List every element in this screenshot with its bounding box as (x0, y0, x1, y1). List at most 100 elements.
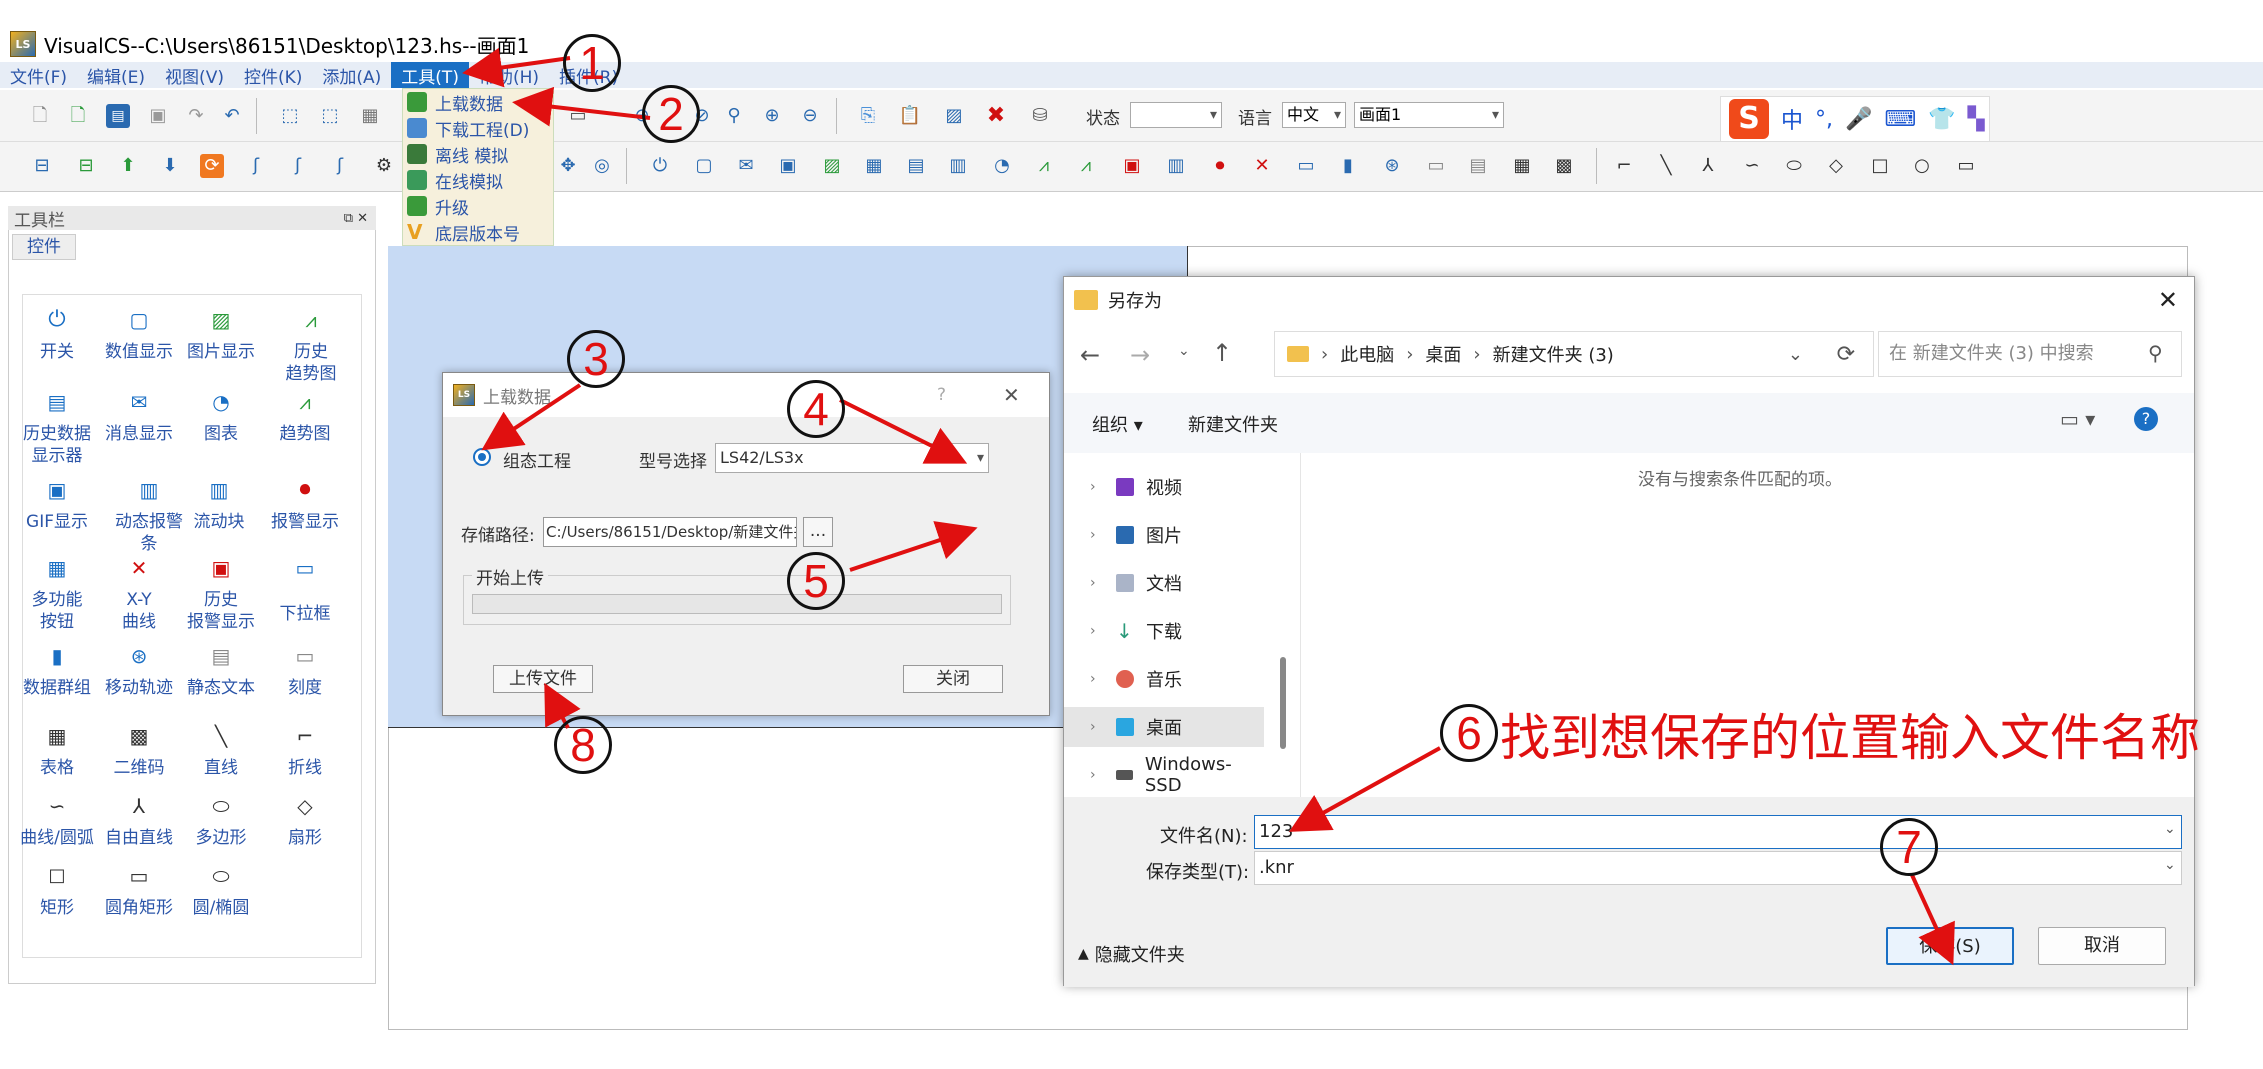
picture-ctl-icon[interactable]: ▨ (820, 154, 844, 178)
screen-icon[interactable]: ▭ (566, 104, 590, 128)
ctl-sector[interactable]: ◇ 扇形 (263, 795, 347, 849)
nav-windows-ssd[interactable]: › Windows-SSD (1064, 754, 1264, 796)
grid-icon[interactable]: ▦ (358, 104, 382, 128)
status-select[interactable] (1130, 102, 1222, 128)
nav-documents[interactable]: › 文档 (1064, 563, 1264, 603)
zoom-out-icon[interactable]: ⊖ (798, 104, 822, 128)
multibutton-ctl-icon[interactable]: ▦ (862, 154, 886, 178)
ctl-xy-curve[interactable]: ✕ X-Y 曲线 (97, 557, 181, 633)
ctl-message[interactable]: ✉ 消息显示 (97, 391, 181, 445)
alarm-history-ctl-icon[interactable]: ▣ (1120, 154, 1144, 178)
menu-add[interactable]: 添加(A) (312, 62, 391, 88)
menu-edit[interactable]: 编辑(E) (77, 62, 155, 88)
script3-icon[interactable]: ʃ (328, 154, 352, 178)
find-icon[interactable]: ⛁ (1028, 104, 1052, 128)
start-sim-icon[interactable]: ⊟ (74, 154, 98, 178)
qrcode-ctl-icon[interactable]: ▩ (1552, 154, 1576, 178)
new-file-icon[interactable]: 🗋 (28, 104, 52, 128)
ctl-qrcode[interactable]: ▩ 二维码 (97, 725, 181, 779)
redo-icon[interactable]: ↷ (184, 104, 208, 128)
filename-input[interactable]: 123 (1254, 815, 2182, 849)
round-rect-icon[interactable]: ▭ (1954, 154, 1978, 178)
scale-ctl-icon[interactable]: ▭ (1424, 154, 1448, 178)
alarm-bar-ctl-icon[interactable]: ▥ (1164, 154, 1188, 178)
ime-punct[interactable]: °, (1815, 107, 1833, 132)
forward-icon[interactable]: → (1130, 341, 1150, 369)
microphone-icon[interactable]: 🎤 (1845, 107, 1872, 132)
chevron-down-icon[interactable]: ⌄ (2164, 857, 2176, 873)
ellipse-icon[interactable]: ⬭ (1782, 154, 1806, 178)
table-ctl-icon[interactable]: ▦ (1510, 154, 1534, 178)
recent-icon[interactable]: ⌄ (1178, 343, 1190, 359)
paste-icon[interactable]: 📋 (898, 104, 922, 128)
path-input[interactable]: C:/Users/86151/Desktop/新建文件夹 (3)/123.knr (543, 517, 797, 547)
flow-ctl-icon[interactable]: ▥ (946, 154, 970, 178)
ctl-dropdown[interactable]: ▭ 下拉框 (263, 557, 347, 625)
xy-curve-ctl-icon[interactable]: ✕ (1250, 154, 1274, 178)
image-icon[interactable]: ▨ (942, 104, 966, 128)
menu-help[interactable]: 帮助(H) (469, 62, 549, 88)
move-icon[interactable]: ✥ (556, 154, 580, 178)
save-icon[interactable]: ▣ (146, 104, 170, 128)
refresh-icon[interactable]: ⟳ (200, 154, 224, 178)
ctl-trend[interactable]: ⩘ 趋势图 (263, 391, 347, 445)
alarm-ctl-icon[interactable]: ⏺ (1208, 154, 1232, 178)
ctl-scale[interactable]: ▭ 刻度 (263, 645, 347, 699)
ctl-ellipse[interactable]: ⬭ 圆/椭圆 (179, 865, 263, 919)
open-icon[interactable]: ▤ (106, 104, 130, 128)
target-icon[interactable]: ◎ (590, 154, 614, 178)
trend-ctl-icon[interactable]: ⩘ (1032, 154, 1056, 178)
ctl-numeric[interactable]: ▢ 数值显示 (97, 309, 181, 363)
static-text-ctl-icon[interactable]: ▤ (1466, 154, 1490, 178)
ctl-table[interactable]: ▦ 表格 (15, 725, 99, 779)
dropdown-ctl-icon[interactable]: ▭ (1294, 154, 1318, 178)
screen-select[interactable]: 画面1 (1354, 102, 1504, 128)
filetype-select[interactable]: .knr (1254, 851, 2182, 885)
menu-item-upgrade[interactable]: 升级 (403, 193, 553, 219)
language-select[interactable]: 中文 (1282, 102, 1346, 128)
menu-view[interactable]: 视图(V) (155, 62, 234, 88)
undo-icon[interactable]: ↶ (220, 104, 244, 128)
nav-videos[interactable]: › 视频 (1064, 467, 1264, 507)
project-radio[interactable] (473, 448, 491, 466)
skin-icon[interactable]: 👕 (1928, 107, 1955, 132)
script2-icon[interactable]: ʃ (286, 154, 310, 178)
history-ctl-icon[interactable]: ▤ (904, 154, 928, 178)
upload-icon[interactable]: ⬆ (116, 154, 140, 178)
ctl-picture[interactable]: ▨ 图片显示 (179, 309, 263, 363)
ungroup-icon[interactable]: ⬚ (318, 104, 342, 128)
menu-tools[interactable]: 工具(T) (391, 62, 469, 88)
search-input[interactable]: 在 新建文件夹 (3) 中搜索 (1878, 331, 2182, 377)
ctl-polygon[interactable]: ⬭ 多边形 (179, 795, 263, 849)
freeline-icon[interactable]: ⅄ (1696, 154, 1720, 178)
chevron-down-icon[interactable]: ⌄ (2164, 821, 2176, 837)
ctl-static-text[interactable]: ▤ 静态文本 (179, 645, 263, 699)
browse-button[interactable]: ... (803, 517, 833, 547)
menu-item-download[interactable]: 下载工程(D) (403, 115, 553, 141)
switch-ctl-icon[interactable]: ⏻ (648, 154, 672, 178)
circle-icon[interactable]: ○ (1910, 154, 1934, 178)
refresh-icon[interactable]: ⟳ (1837, 342, 1855, 367)
rect-icon[interactable]: □ (1868, 154, 1892, 178)
ctl-switch[interactable]: ⏻ 开关 (15, 309, 99, 363)
ctl-history-trend[interactable]: ⩘ 历史 趋势图 (269, 309, 353, 385)
menu-controls[interactable]: 控件(K) (234, 62, 312, 88)
numeric-ctl-icon[interactable]: ▢ (692, 154, 716, 178)
model-select[interactable]: LS42/LS3x (715, 443, 989, 473)
ctl-history-data[interactable]: ▤ 历史数据 显示器 (15, 391, 99, 467)
gauge-ctl-icon[interactable]: ◔ (990, 154, 1014, 178)
ctl-line[interactable]: ╲ 直线 (179, 725, 263, 779)
back-icon[interactable]: ← (1080, 341, 1100, 369)
menu-item-upload[interactable]: 上载数据 (403, 89, 553, 115)
track-ctl-icon[interactable]: ⊛ (1380, 154, 1404, 178)
ctl-flow[interactable]: ▥ 流动块 (177, 479, 261, 533)
chevron-down-icon[interactable]: ⌄ (1788, 344, 1803, 365)
ctl-freeline[interactable]: ⅄ 自由直线 (97, 795, 181, 849)
nav-downloads[interactable]: › ↓ 下载 (1064, 611, 1264, 651)
script1-icon[interactable]: ʃ (244, 154, 268, 178)
ctl-gauge[interactable]: ◔ 图表 (179, 391, 263, 445)
group-icon[interactable]: ⬚ (278, 104, 302, 128)
nav-desktop[interactable]: › 桌面 (1064, 707, 1264, 747)
menu-item-firmware-version[interactable]: V 底层版本号 (403, 219, 553, 245)
delete-icon[interactable]: ✖ (984, 104, 1008, 128)
